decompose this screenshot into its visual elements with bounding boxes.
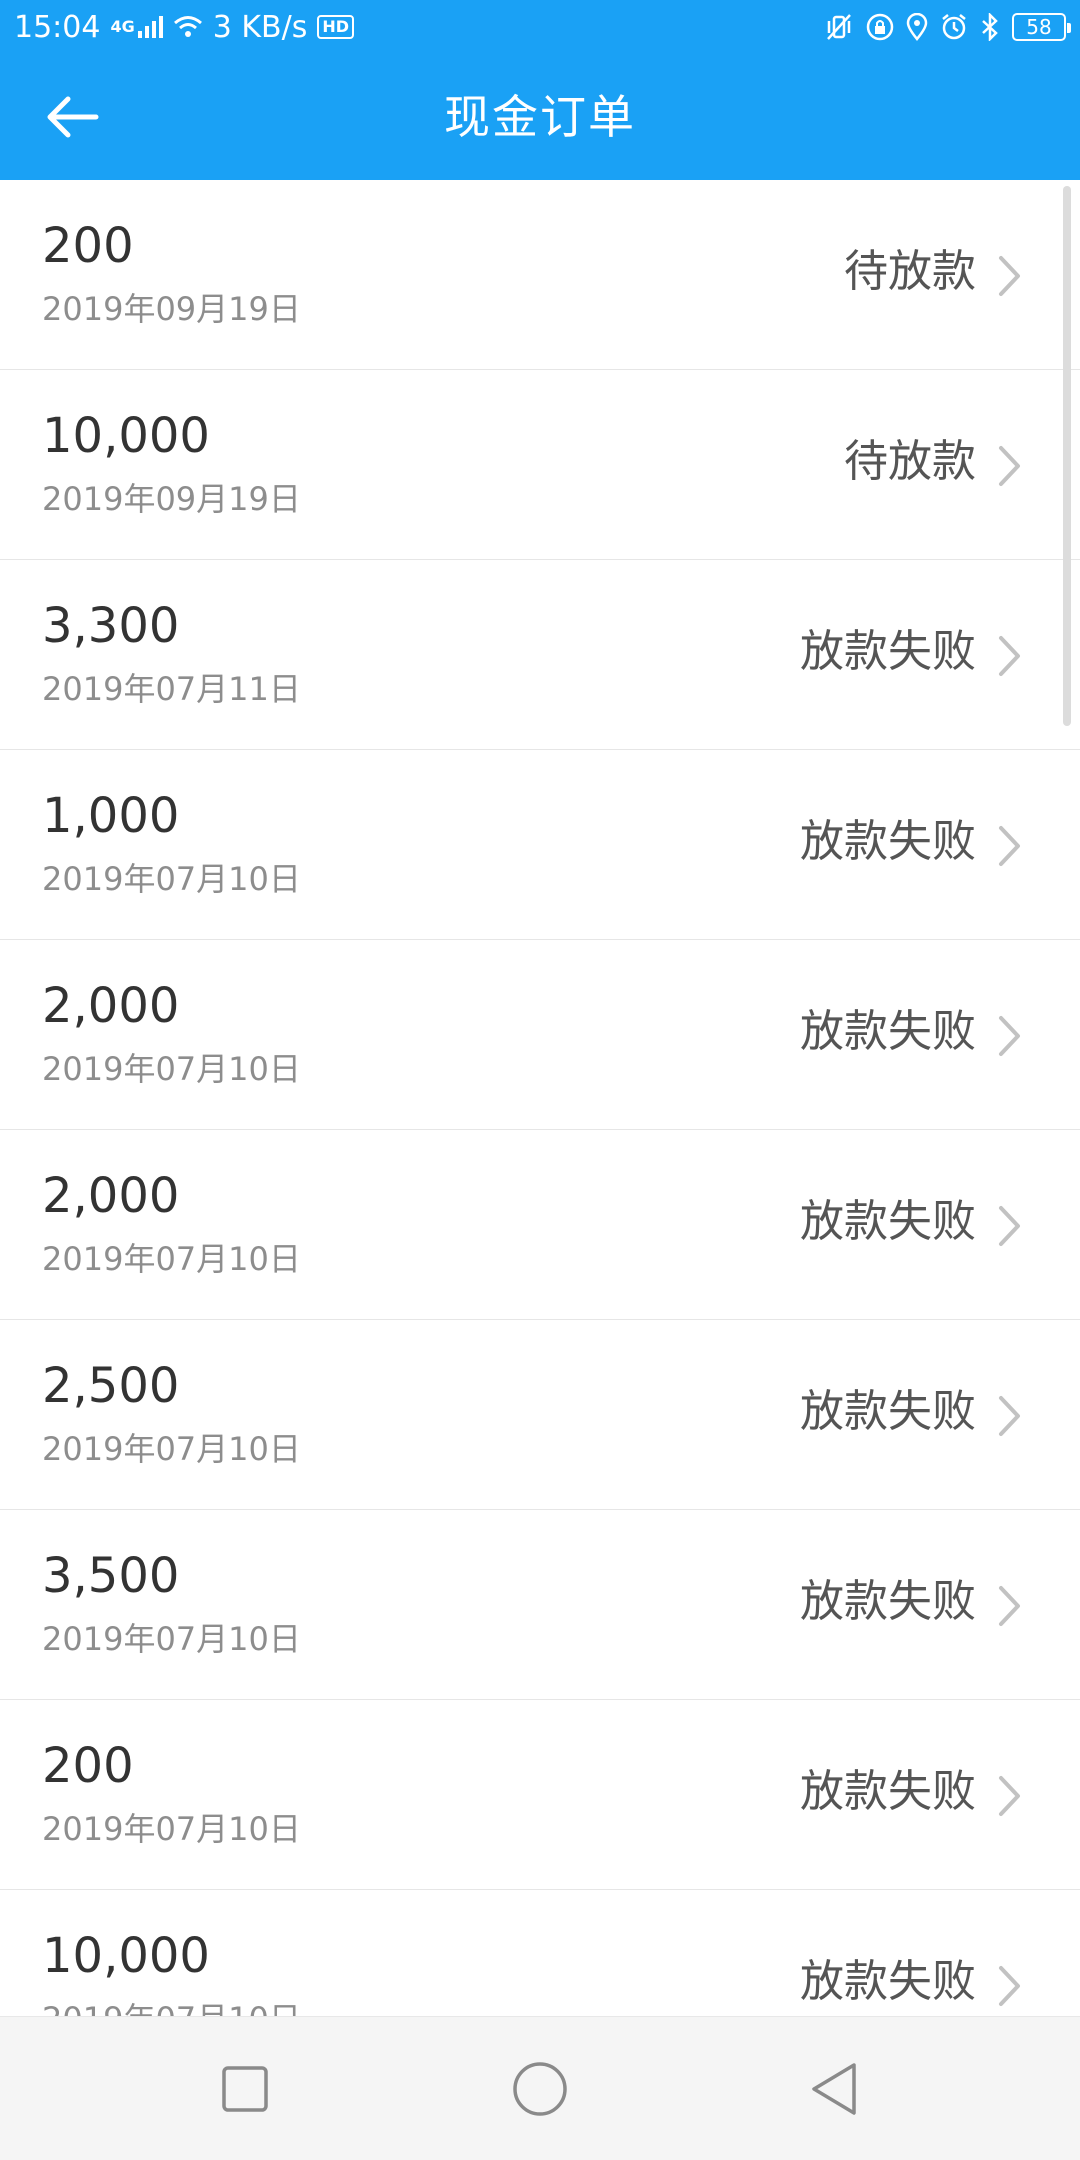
order-row[interactable]: 2,500 2019年07月10日 放款失败: [0, 1320, 1080, 1510]
system-back-button[interactable]: [792, 2047, 876, 2131]
order-row[interactable]: 2,000 2019年07月10日 放款失败: [0, 940, 1080, 1130]
order-amount: 3,300: [42, 598, 180, 654]
bluetooth-icon: [980, 13, 1000, 41]
chevron-right-icon: [999, 256, 1020, 296]
order-row[interactable]: 1,000 2019年07月10日 放款失败: [0, 750, 1080, 940]
battery-icon: 58: [1012, 13, 1071, 41]
recent-apps-button[interactable]: [203, 2047, 287, 2131]
order-date: 2019年07月10日: [42, 1050, 301, 1088]
app-header: 现金订单: [0, 54, 1080, 180]
back-triangle-icon: [812, 2063, 856, 2115]
order-status: 放款失败: [800, 816, 976, 867]
chevron-right-icon: [999, 1776, 1020, 1816]
order-date: 2019年07月10日: [42, 1620, 301, 1658]
chevron-right-icon: [999, 1206, 1020, 1246]
order-date: 2019年09月19日: [42, 480, 301, 518]
page-title: 现金订单: [444, 90, 636, 144]
wifi-icon: [173, 15, 203, 39]
order-date: 2019年07月10日: [42, 1810, 301, 1848]
order-amount: 200: [42, 218, 134, 274]
arrow-left-icon: [47, 96, 99, 138]
order-amount: 3,500: [42, 1548, 180, 1604]
order-status: 放款失败: [800, 1766, 976, 1817]
order-amount: 10,000: [42, 408, 210, 464]
status-bar-right: 58: [812, 13, 1071, 41]
network-speed: 3 KB/s: [212, 9, 308, 45]
back-button[interactable]: [38, 88, 106, 146]
home-button[interactable]: [498, 2047, 582, 2131]
order-amount: 2,000: [42, 1168, 180, 1224]
hd-icon: HD: [317, 15, 355, 39]
chevron-right-icon: [999, 1016, 1020, 1056]
alarm-icon: [940, 13, 968, 41]
order-row[interactable]: 200 2019年09月19日 待放款: [0, 180, 1080, 370]
order-date: 2019年07月10日: [42, 2001, 301, 2016]
home-icon: [513, 2062, 567, 2116]
chevron-right-icon: [999, 1966, 1020, 2006]
order-amount: 1,000: [42, 788, 180, 844]
order-status: 放款失败: [800, 1006, 976, 1057]
chevron-right-icon: [999, 446, 1020, 486]
status-bar: 15:04 4G 3 KB/s HD 58: [0, 0, 1080, 54]
order-status: 放款失败: [800, 1196, 976, 1247]
order-row[interactable]: 10,000 2019年07月10日 放款失败: [0, 1890, 1080, 2016]
order-status: 放款失败: [800, 1956, 976, 2007]
order-status: 放款失败: [800, 1386, 976, 1437]
order-date: 2019年07月11日: [42, 670, 301, 708]
order-amount: 10,000: [42, 1928, 210, 1984]
order-status: 放款失败: [800, 626, 976, 677]
order-row[interactable]: 200 2019年07月10日 放款失败: [0, 1700, 1080, 1890]
order-row[interactable]: 3,300 2019年07月11日 放款失败: [0, 560, 1080, 750]
order-status: 待放款: [844, 436, 976, 487]
order-row[interactable]: 10,000 2019年09月19日 待放款: [0, 370, 1080, 560]
order-date: 2019年07月10日: [42, 1430, 301, 1468]
status-bar-left: 15:04 4G 3 KB/s HD: [14, 10, 364, 45]
chevron-right-icon: [999, 636, 1020, 676]
signal-icon: 4G: [110, 15, 163, 39]
order-date: 2019年07月10日: [42, 860, 301, 898]
vibrate-icon: [824, 13, 854, 41]
order-row[interactable]: 3,500 2019年07月10日 放款失败: [0, 1510, 1080, 1700]
location-icon: [906, 13, 928, 41]
hd-label: HD: [317, 15, 355, 39]
order-status: 待放款: [844, 246, 976, 297]
chevron-right-icon: [999, 1586, 1020, 1626]
scrollbar[interactable]: [1063, 186, 1071, 726]
order-list[interactable]: 200 2019年09月19日 待放款 10,000 2019年09月19日 待…: [0, 180, 1080, 2016]
order-date: 2019年09月19日: [42, 290, 301, 328]
order-row[interactable]: 2,000 2019年07月10日 放款失败: [0, 1130, 1080, 1320]
order-status: 放款失败: [800, 1576, 976, 1627]
system-navigation-bar: [0, 2016, 1080, 2160]
chevron-right-icon: [999, 1396, 1020, 1436]
order-amount: 2,500: [42, 1358, 180, 1414]
order-amount: 200: [42, 1738, 134, 1794]
battery-level: 58: [1026, 15, 1052, 39]
lock-rotation-icon: [866, 13, 894, 41]
chevron-right-icon: [999, 826, 1020, 866]
recent-apps-icon: [222, 2066, 268, 2112]
network-type-label: 4G: [110, 17, 135, 36]
order-date: 2019年07月10日: [42, 1240, 301, 1278]
order-amount: 2,000: [42, 978, 180, 1034]
clock: 15:04: [14, 9, 101, 45]
